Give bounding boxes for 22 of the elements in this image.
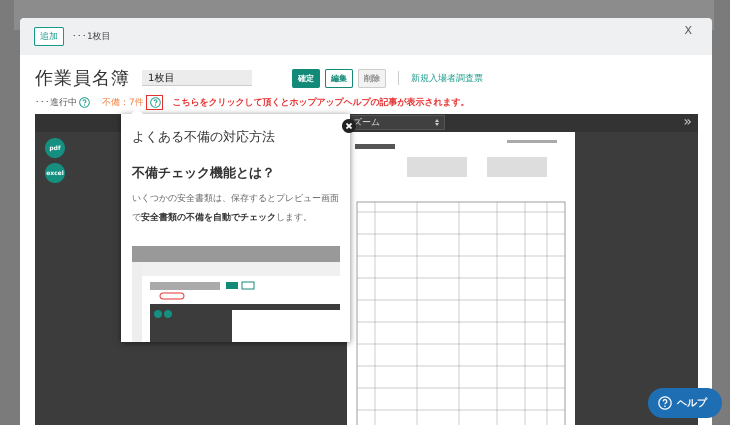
survey-link[interactable]: 新規入場者調査票 [411, 72, 483, 84]
confirm-button[interactable]: 確定 [292, 68, 320, 88]
close-button[interactable]: X [678, 23, 698, 38]
edit-button[interactable]: 編集 [325, 68, 353, 88]
help-icon[interactable] [150, 96, 161, 108]
popover-title: よくある不備の対応方法 [132, 129, 276, 146]
delete-button[interactable]: 削除 [358, 68, 386, 88]
page-label: ･･･1枚目 [72, 30, 111, 43]
help-button[interactable]: ヘルプ [648, 388, 722, 418]
name-field[interactable]: 1枚目 [142, 70, 252, 86]
progress-status: ･･･進行中 [35, 96, 77, 108]
close-icon[interactable] [342, 119, 356, 133]
document-title: 作業員名簿 [35, 67, 130, 90]
popover-heading: 不備チェック機能とは？ [132, 165, 276, 182]
callout-text: こちらをクリックして頂くとホップアップヘルプの記事が表示されます。 [172, 96, 470, 108]
expand-button[interactable]: » [683, 114, 692, 130]
defect-count: 不備：7件 [102, 96, 144, 108]
popover-text: いくつかの安全書類は、保存するとプレビュー画面で安全書類の不備を自動でチェックします。 [132, 192, 339, 225]
help-icon [658, 396, 672, 410]
help-icon[interactable] [79, 96, 90, 108]
dropdown-icon [435, 119, 439, 126]
add-button[interactable]: 追加 [34, 27, 64, 46]
